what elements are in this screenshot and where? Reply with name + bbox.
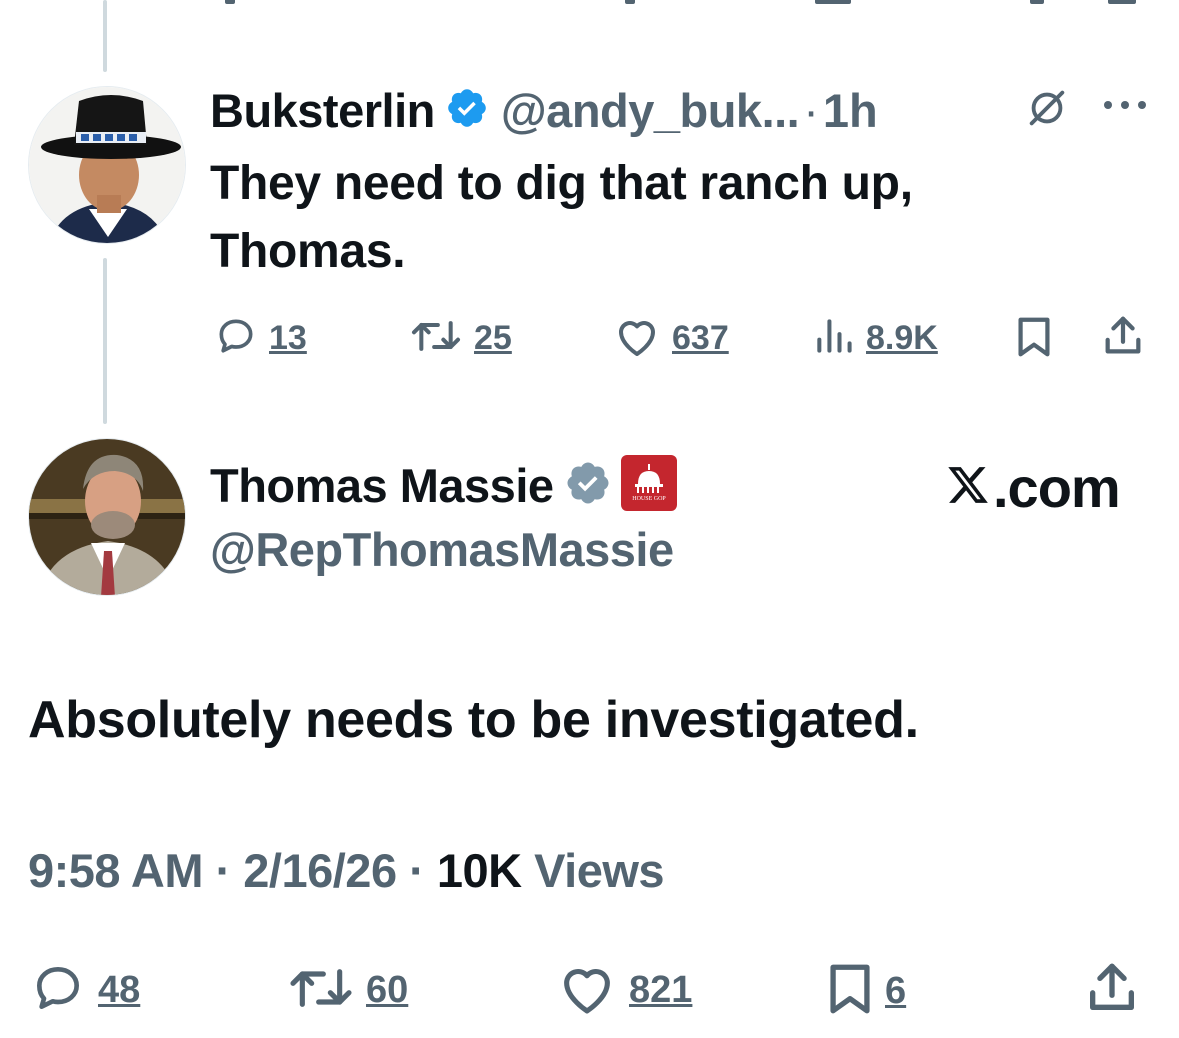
main-repost-count: 60 (366, 969, 409, 1011)
repost-icon (408, 314, 464, 363)
share-icon (1083, 958, 1141, 1023)
x-logo-icon (945, 455, 991, 520)
views-icon (812, 314, 856, 363)
main-repost-button[interactable]: 60 (286, 960, 408, 1021)
thread-line-top (103, 0, 107, 72)
tweet-meta: 9:58 AM · 2/16/26 · 10K Views (28, 843, 665, 898)
meta-time[interactable]: 9:58 AM (28, 844, 203, 897)
main-tweet-text: Absolutely needs to be investigated. (28, 691, 919, 749)
post-time[interactable]: 1h (823, 83, 878, 138)
repost-button[interactable]: 25 (408, 314, 512, 363)
avatar-thomas-massie[interactable] (28, 438, 186, 596)
meta-views-label: Views (534, 844, 665, 897)
like-button[interactable]: 637 (612, 314, 729, 363)
main-like-count: 821 (629, 969, 693, 1011)
bookmark-icon (825, 960, 875, 1023)
avatar-buksterlin[interactable] (28, 86, 186, 244)
meta-sep-1: · (215, 844, 232, 897)
badge-text-house: HOUSE GOP (632, 496, 666, 502)
reply-button[interactable]: 13 (213, 314, 307, 363)
author-handle[interactable]: @andy_buk... (501, 83, 800, 138)
reply-count: 13 (269, 319, 307, 357)
main-share-button[interactable] (1083, 958, 1141, 1023)
main-reply-count: 48 (98, 969, 141, 1011)
like-icon (555, 960, 619, 1021)
meta-sep-2: · (409, 844, 425, 897)
main-bookmark-count: 6 (885, 970, 907, 1012)
main-header: Thomas Massie HOUSE GOP (210, 454, 678, 517)
share-button[interactable] (1100, 312, 1146, 365)
main-reply-button[interactable]: 48 (28, 960, 140, 1021)
repost-icon (286, 960, 356, 1021)
main-like-button[interactable]: 821 (555, 960, 692, 1021)
reply-icon (28, 960, 88, 1021)
repost-count: 25 (474, 319, 512, 357)
house-gop-badge[interactable]: HOUSE GOP (620, 454, 678, 517)
like-count: 637 (672, 319, 729, 357)
separator-dot: · (803, 83, 819, 137)
views-button[interactable]: 8.9K (812, 314, 938, 363)
reply-header: Buksterlin @andy_buk... · 1h (210, 80, 878, 140)
x-com-watermark: .com (945, 455, 1121, 520)
main-author-name[interactable]: Thomas Massie (210, 458, 554, 513)
like-icon (612, 314, 662, 363)
grok-icon[interactable] (1024, 85, 1070, 136)
previous-tweet-actions-cutoff (0, 0, 1179, 8)
verified-gray-icon (564, 459, 612, 512)
meta-views-count: 10K (436, 844, 522, 897)
share-icon (1100, 312, 1146, 365)
main-bookmark-button[interactable]: 6 (825, 960, 906, 1023)
meta-date[interactable]: 2/16/26 (243, 844, 397, 897)
thread-line-bottom (103, 258, 107, 424)
more-icon[interactable] (1100, 98, 1150, 117)
bookmark-button[interactable] (1013, 314, 1055, 365)
reply-icon (213, 314, 259, 363)
views-count: 8.9K (866, 319, 938, 357)
reply-text: They need to dig that ranch up, Thomas. (210, 157, 913, 278)
x-com-text: .com (993, 456, 1121, 519)
bookmark-icon (1013, 314, 1055, 365)
main-author-handle[interactable]: @RepThomasMassie (210, 522, 674, 577)
verified-icon (445, 86, 489, 135)
author-name[interactable]: Buksterlin (210, 83, 435, 138)
